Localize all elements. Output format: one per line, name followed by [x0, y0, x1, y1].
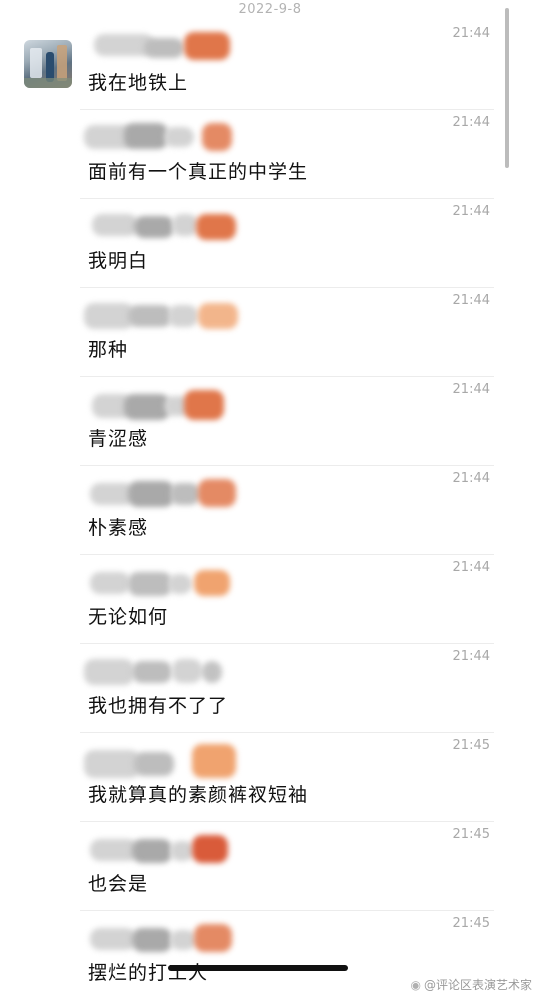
chat-message[interactable]: 21:45 也会是	[80, 821, 494, 911]
message-text: 我也拥有不了了	[88, 695, 229, 717]
message-time: 21:44	[452, 115, 490, 130]
sender-name-redacted	[84, 119, 234, 155]
message-time: 21:44	[452, 26, 490, 41]
message-time: 21:44	[452, 293, 490, 308]
message-text: 朴素感	[88, 517, 149, 539]
message-text: 我明白	[88, 250, 149, 272]
chat-message[interactable]: 21:44 朴素感	[80, 465, 494, 555]
sender-name-redacted	[84, 653, 234, 689]
sender-name-redacted	[84, 475, 236, 511]
message-text: 我在地铁上	[88, 72, 189, 94]
chat-message[interactable]: 21:45 我就算真的素颜裤衩短袖	[80, 732, 494, 822]
sender-name-redacted	[84, 208, 236, 244]
scrollbar[interactable]	[505, 8, 509, 168]
message-time: 21:45	[452, 827, 490, 842]
message-time: 21:45	[452, 916, 490, 931]
sender-name-redacted	[84, 564, 234, 600]
message-text: 那种	[88, 339, 129, 361]
home-indicator[interactable]	[168, 965, 348, 971]
chat-message[interactable]: 21:44 我在地铁上	[80, 20, 494, 110]
message-time: 21:44	[452, 471, 490, 486]
message-text: 青涩感	[88, 428, 149, 450]
sender-name-redacted	[84, 386, 234, 422]
message-time: 21:44	[452, 204, 490, 219]
chat-message[interactable]: 21:44 面前有一个真正的中学生	[80, 109, 494, 199]
sender-name-redacted	[84, 920, 234, 956]
sender-name-redacted	[84, 831, 234, 867]
message-time: 21:44	[452, 382, 490, 397]
sender-name-redacted	[84, 742, 236, 778]
date-header: 2022-9-8	[238, 2, 302, 17]
message-text: 无论如何	[88, 606, 169, 628]
message-text: 我就算真的素颜裤衩短袖	[88, 784, 309, 806]
message-time: 21:44	[452, 560, 490, 575]
chat-message[interactable]: 21:44 我也拥有不了了	[80, 643, 494, 733]
chat-message[interactable]: 21:44 我明白	[80, 198, 494, 288]
chat-message[interactable]: 21:44 那种	[80, 287, 494, 377]
weibo-icon: ◉	[410, 978, 421, 992]
message-text: 面前有一个真正的中学生	[88, 161, 309, 183]
message-text: 摆烂的打工人	[88, 962, 209, 984]
watermark-text: @评论区表演艺术家	[423, 978, 532, 992]
avatar[interactable]	[24, 40, 72, 88]
chat-message[interactable]: 21:44 青涩感	[80, 376, 494, 466]
watermark: ◉ @评论区表演艺术家	[411, 976, 533, 993]
sender-name-redacted	[84, 297, 238, 333]
chat-message[interactable]: 21:44 无论如何	[80, 554, 494, 644]
message-text: 也会是	[88, 873, 149, 895]
message-time: 21:45	[452, 738, 490, 753]
message-time: 21:44	[452, 649, 490, 664]
sender-name-redacted	[84, 30, 234, 66]
